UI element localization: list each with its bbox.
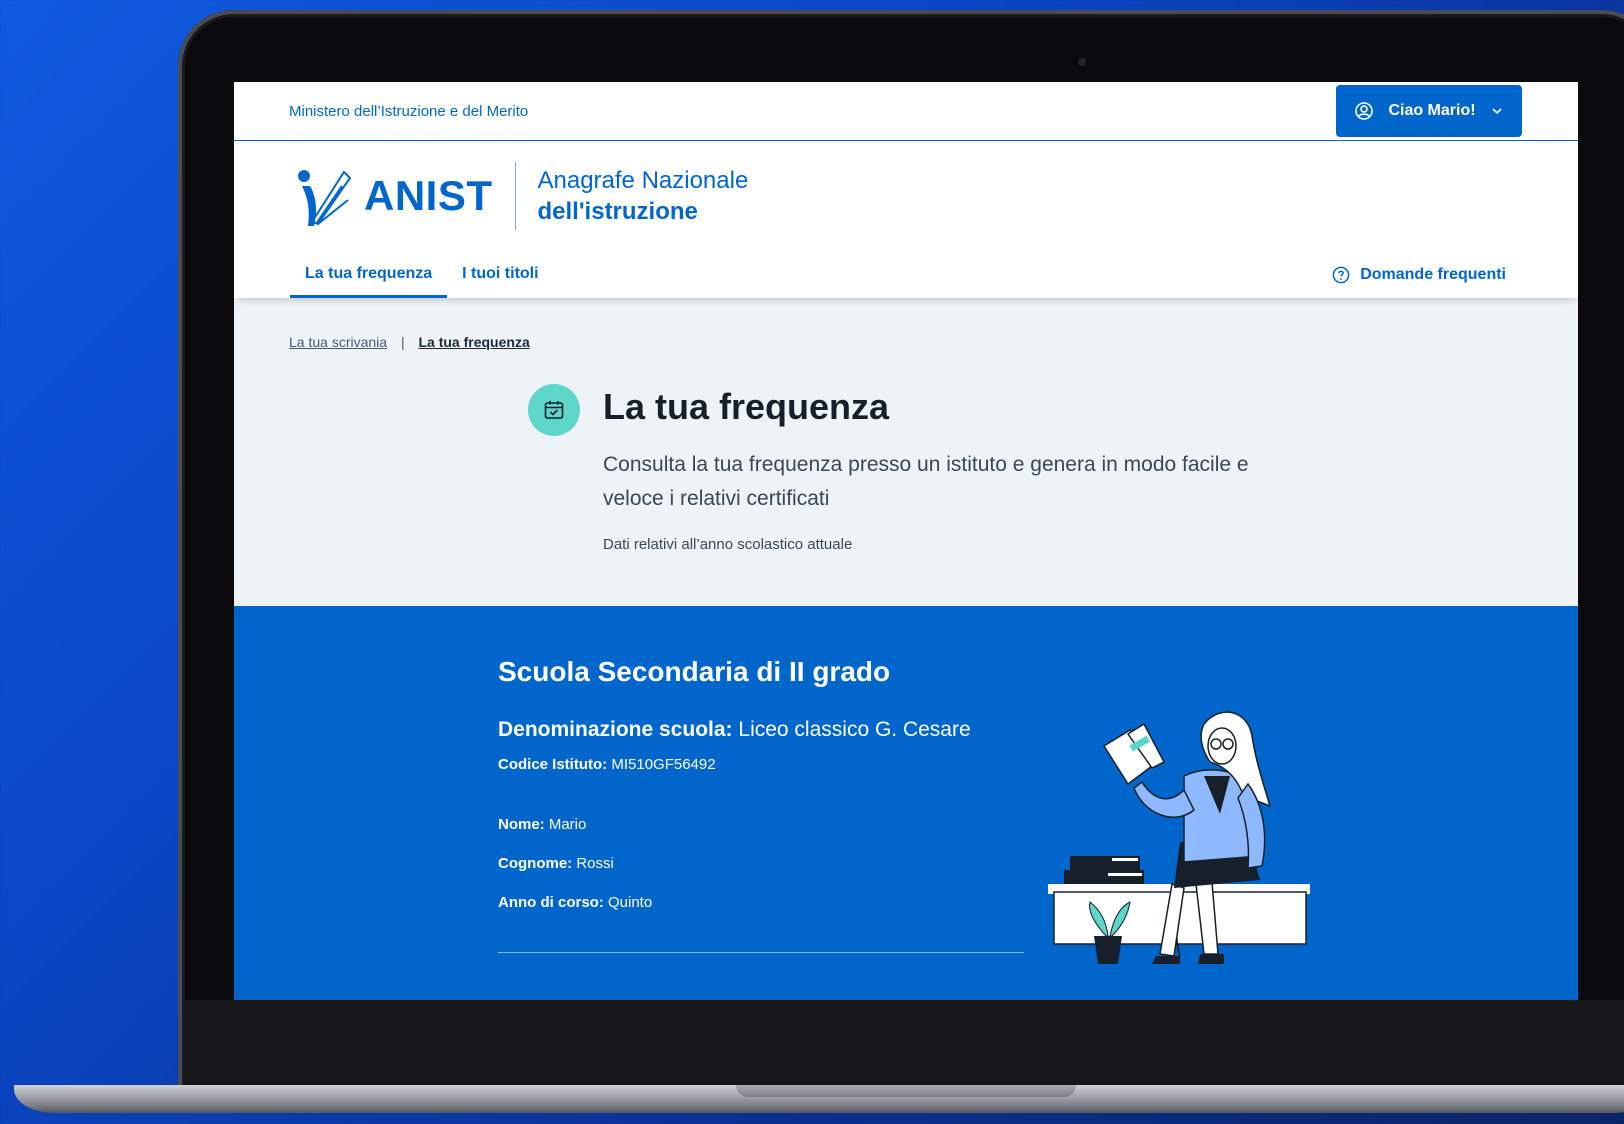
- subtitle-line-1: Anagrafe Nazionale: [537, 166, 749, 194]
- top-bar: Ministero dell’Istruzione e del Merito C…: [234, 82, 1578, 141]
- first-name-label: Nome:: [498, 816, 545, 833]
- intro-section: La tua scrivania | La tua frequenza La t…: [234, 298, 1578, 606]
- faq-label: Domande frequenti: [1360, 266, 1506, 283]
- school-denomination: Denominazione scuola: Liceo classico G. …: [498, 718, 971, 742]
- site-header: ANIST Anagrafe Nazionale dell'istruzione: [234, 141, 1578, 251]
- breadcrumb-home[interactable]: La tua scrivania: [289, 334, 387, 350]
- breadcrumb-current[interactable]: La tua frequenza: [418, 334, 529, 350]
- panel-divider: [498, 952, 1024, 953]
- field-first-name: Nome: Mario: [498, 816, 586, 833]
- calendar-check-icon: [528, 384, 580, 436]
- code-label: Codice Istituto:: [498, 756, 608, 773]
- anist-logo[interactable]: ANIST: [294, 164, 493, 228]
- school-panel: Scuola Secondaria di II grado Denominazi…: [234, 606, 1578, 1000]
- user-greeting: Ciao Mario!: [1388, 102, 1476, 119]
- laptop-notch: [736, 1085, 1076, 1097]
- logo-text: ANIST: [364, 172, 493, 219]
- anist-logo-icon: [298, 170, 352, 226]
- user-menu-button[interactable]: Ciao Mario!: [1336, 85, 1522, 137]
- user-circle-icon: [1355, 102, 1374, 120]
- nav-tabs: La tua frequenza I tuoi titoli: [290, 265, 554, 298]
- last-name-value: Rossi: [576, 855, 614, 872]
- denomination-value: Liceo classico G. Cesare: [738, 718, 971, 741]
- camera-dot: [1078, 58, 1086, 66]
- reading-woman-illustration: [1048, 711, 1310, 964]
- tab-i-tuoi-titoli[interactable]: I tuoi titoli: [447, 265, 553, 298]
- logo-divider: [514, 162, 516, 230]
- site-subtitle: Anagrafe Nazionale dell'istruzione: [538, 165, 749, 227]
- denomination-label: Denominazione scuola:: [498, 718, 733, 741]
- main-nav: La tua frequenza I tuoi titoli Domande f…: [234, 251, 1578, 298]
- subtitle-line-2: dell'istruzione: [537, 198, 698, 225]
- field-last-name: Cognome: Rossi: [498, 855, 614, 872]
- school-code: Codice Istituto: MI510GF56492: [498, 756, 716, 773]
- breadcrumb: La tua scrivania | La tua frequenza: [289, 334, 530, 350]
- question-circle-icon: [1332, 266, 1350, 284]
- page-title: La tua frequenza: [603, 386, 890, 427]
- year-label: Anno di corso:: [498, 894, 604, 911]
- page-note: Dati relativi all’anno scolastico attual…: [603, 536, 853, 553]
- laptop-chin: [184, 1000, 1624, 1086]
- year-value: Quinto: [608, 894, 653, 911]
- last-name-label: Cognome:: [498, 855, 573, 872]
- screen: Ministero dell’Istruzione e del Merito C…: [234, 82, 1578, 1000]
- chevron-down-icon: [1491, 108, 1502, 115]
- page-description: Consulta la tua frequenza presso un isti…: [603, 453, 1249, 510]
- code-value: MI510GF56492: [611, 756, 716, 773]
- school-title: Scuola Secondaria di II grado: [498, 656, 891, 687]
- ministry-link[interactable]: Ministero dell’Istruzione e del Merito: [289, 103, 528, 120]
- field-year: Anno di corso: Quinto: [498, 894, 652, 911]
- breadcrumb-separator: |: [400, 334, 405, 350]
- first-name-value: Mario: [548, 816, 587, 833]
- faq-link[interactable]: Domande frequenti: [1332, 266, 1506, 298]
- tab-la-tua-frequenza[interactable]: La tua frequenza: [290, 265, 448, 298]
